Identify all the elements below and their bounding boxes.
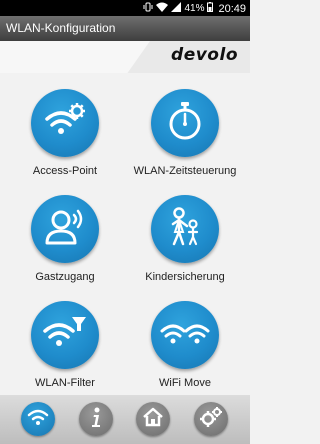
battery-icon bbox=[207, 2, 214, 15]
wifi-move-button[interactable] bbox=[151, 301, 219, 369]
nav-home-button[interactable] bbox=[136, 402, 170, 436]
feature-grid: Access-Point WLAN-Zeitsteuerung Gastzuga… bbox=[0, 73, 250, 395]
status-bar: 41% 20:49 bbox=[0, 0, 250, 16]
guest-user-icon bbox=[44, 207, 86, 252]
wifi-icon bbox=[27, 408, 49, 431]
tile-gastzugang[interactable]: Gastzugang bbox=[5, 195, 125, 283]
bottom-nav bbox=[0, 395, 250, 444]
access-point-button[interactable] bbox=[31, 89, 99, 157]
nav-wifi-button[interactable] bbox=[21, 402, 55, 436]
title-bar: WLAN-Konfiguration bbox=[0, 16, 250, 41]
wifi-move-icon bbox=[160, 315, 210, 356]
gastzugang-button[interactable] bbox=[31, 195, 99, 263]
devolo-logo: devolo bbox=[171, 45, 238, 65]
tile-wlan-zeitsteuerung[interactable]: WLAN-Zeitsteuerung bbox=[125, 89, 245, 177]
kindersicherung-button[interactable] bbox=[151, 195, 219, 263]
wifi-gear-icon bbox=[43, 101, 87, 146]
nav-info-button[interactable] bbox=[79, 402, 113, 436]
wlan-zeitsteuerung-button[interactable] bbox=[151, 89, 219, 157]
settings-gears-icon bbox=[199, 406, 223, 433]
tile-label: WLAN-Filter bbox=[35, 377, 95, 389]
tile-label: WLAN-Zeitsteuerung bbox=[133, 165, 237, 177]
tile-label: Access-Point bbox=[32, 165, 98, 177]
cell-signal-icon bbox=[171, 2, 182, 15]
info-icon bbox=[89, 406, 103, 433]
tile-kindersicherung[interactable]: Kindersicherung bbox=[125, 195, 245, 283]
nav-settings-button[interactable] bbox=[194, 402, 228, 436]
brand-bar-wedge bbox=[0, 41, 150, 73]
home-icon bbox=[142, 407, 164, 432]
wifi-signal-icon bbox=[156, 2, 169, 15]
wlan-filter-button[interactable] bbox=[31, 301, 99, 369]
tile-label: WiFi Move bbox=[159, 377, 211, 389]
stopwatch-icon bbox=[165, 100, 205, 147]
battery-percentage: 41% bbox=[184, 3, 205, 14]
tile-access-point[interactable]: Access-Point bbox=[5, 89, 125, 177]
clock: 20:49 bbox=[218, 2, 246, 15]
tile-label: Kindersicherung bbox=[145, 271, 225, 283]
brand-bar: devolo bbox=[0, 41, 250, 73]
page-title: WLAN-Konfiguration bbox=[6, 21, 116, 35]
tile-wlan-filter[interactable]: WLAN-Filter bbox=[5, 301, 125, 389]
parent-child-icon bbox=[165, 206, 205, 253]
wifi-filter-icon bbox=[43, 313, 87, 358]
tile-label: Gastzugang bbox=[35, 271, 95, 283]
vibrate-icon bbox=[143, 2, 153, 15]
tile-wifi-move[interactable]: WiFi Move bbox=[125, 301, 245, 389]
